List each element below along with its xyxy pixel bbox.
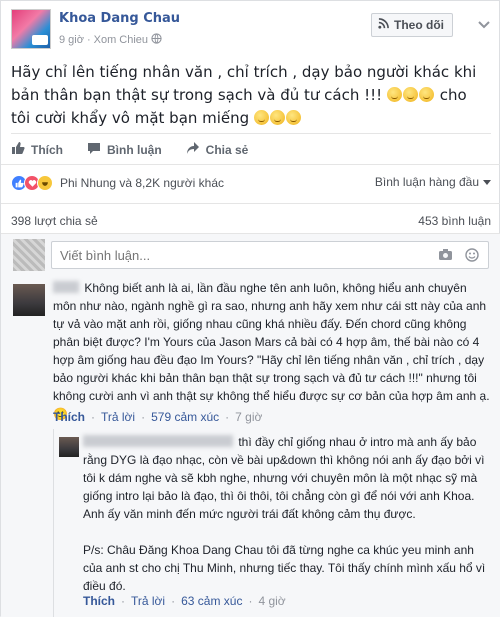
follow-label: Theo dõi [394,18,444,32]
avatar-badge [32,35,48,45]
relieved-emoji-icon [269,110,285,125]
commenter-name-redacted[interactable] [53,281,79,293]
reactors-summary[interactable]: Phi Nhung và 8,2K người khác [60,176,224,190]
chevron-down-icon[interactable] [477,19,491,29]
relieved-emoji-icon [285,110,301,125]
divider [1,164,500,165]
reply-reaction-count[interactable]: 63 cảm xúc [181,594,242,608]
comment-time[interactable]: 7 giờ [235,410,262,424]
post-location[interactable]: Xom Chieu [94,34,148,46]
post-actions: Thích Bình luận Chia sẻ [11,133,491,161]
reply-text: thì đầy chỉ giống nhau ở intro mà anh ấy… [83,433,491,523]
comment-input[interactable] [51,241,489,269]
reply-ps-text: P/s: Châu Đăng Khoa Dang Chau tôi đã từn… [83,543,486,593]
replier-avatar[interactable] [59,437,79,457]
comment-sort-dropdown[interactable]: Bình luận hàng đầu [375,175,491,189]
author-name[interactable]: Khoa Dang Chau [59,11,180,26]
comment-reaction-count[interactable]: 579 cảm xúc [151,410,219,424]
viewer-avatar [13,239,45,271]
author-avatar[interactable] [11,9,51,49]
reply-time[interactable]: 4 giờ [258,594,285,608]
relieved-emoji-icon [253,110,269,125]
like-label: Thích [31,142,63,157]
relieved-emoji-icon [418,87,434,102]
meta-separator: · [86,34,91,46]
meta-separator: · [121,594,125,608]
reply-thread-line [53,429,54,617]
globe-icon [151,33,162,47]
commenter-avatar[interactable] [13,284,45,316]
comment-text-content: Không biết anh là ai, lần đầu nghe tên a… [53,281,490,421]
comment-reply-link[interactable]: Trả lời [101,410,135,424]
divider [1,203,500,204]
like-button[interactable]: Thích [11,141,63,158]
relieved-emoji-icon [386,87,402,102]
post-text: Hãy chỉ lên tiếng nhân văn , chỉ trích ,… [11,61,481,130]
smiley-icon[interactable] [465,248,479,265]
caret-down-icon [483,175,491,189]
comment-text: Không biết anh là ai, lần đầu nghe tên a… [53,279,493,423]
meta-separator: · [248,594,253,608]
post-meta: 9 giờ · Xom Chieu [59,33,162,47]
share-count[interactable]: 398 lượt chia sẻ [11,214,98,228]
comment-meta: Thích · Trả lời · 579 cảm xúc · 7 giờ [53,410,262,424]
relieved-emoji-icon [402,87,418,102]
comment-button[interactable]: Bình luận [87,141,162,158]
composer-icons [438,248,479,265]
reply-like-link[interactable]: Thích [83,594,115,608]
reply-text-content: thì đầy chỉ giống nhau ở intro mà anh ấy… [83,435,485,521]
camera-icon[interactable] [438,248,453,265]
comment-sort-label: Bình luận hàng đầu [374,175,479,189]
reply-meta: Thích · Trả lời · 63 cảm xúc · 4 giờ [83,594,286,608]
share-icon [186,141,200,158]
comment-count[interactable]: 453 bình luận [418,214,491,228]
comment-label: Bình luận [107,142,162,157]
haha-reaction-icon[interactable] [37,175,53,191]
comment-composer [13,239,489,271]
follow-button[interactable]: Theo dõi [371,13,453,37]
post-card: Khoa Dang Chau 9 giờ · Xom Chieu Theo dõ… [0,0,500,617]
meta-separator: · [171,594,176,608]
comment-like-link[interactable]: Thích [53,410,85,424]
share-label: Chia sẻ [205,142,249,157]
post-counts: 398 lượt chia sẻ 453 bình luận [11,214,491,228]
post-header: Khoa Dang Chau 9 giờ · Xom Chieu Theo dõ… [11,9,491,53]
meta-separator: · [225,410,230,424]
replier-name-redacted[interactable] [83,435,233,447]
meta-separator: · [91,410,95,424]
reply-reply-link[interactable]: Trả lời [131,594,165,608]
comment-icon [87,141,101,158]
rss-icon [378,18,389,32]
thumbs-up-icon [11,141,25,158]
meta-separator: · [141,410,146,424]
post-time[interactable]: 9 giờ [59,34,84,46]
share-button[interactable]: Chia sẻ [186,141,249,158]
reactions-bar: Phi Nhung và 8,2K người khác Bình luận h… [11,173,491,193]
